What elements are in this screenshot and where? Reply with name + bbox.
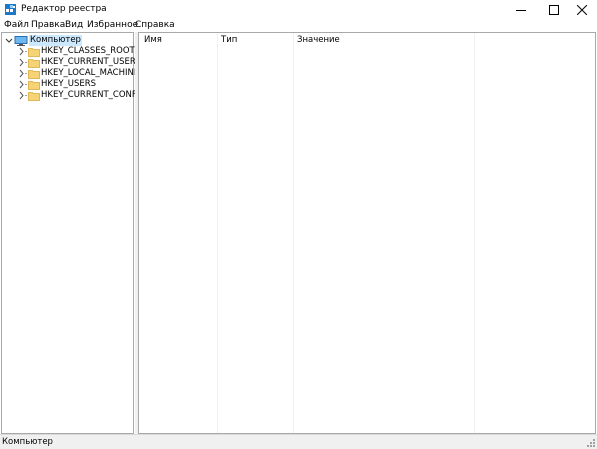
- tree-label: HKEY_CURRENT_CONFIG: [41, 90, 146, 100]
- tree-item-hkey-classes-root[interactable]: HKEY_CLASSES_ROOT: [2, 46, 135, 57]
- close-icon: [576, 4, 587, 15]
- folder-icon: [28, 59, 40, 68]
- key-tree[interactable]: Компьютер HKEY_CLASSES_ROOT HKEY_CURRENT…: [1, 32, 146, 434]
- column-divider[interactable]: [217, 33, 218, 433]
- column-divider[interactable]: [293, 33, 294, 433]
- column-header-label: Значение: [297, 35, 340, 45]
- tree-item-computer[interactable]: Компьютер: [2, 35, 133, 46]
- menu-help[interactable]: Справка: [135, 20, 175, 31]
- minimize-icon: [515, 9, 526, 11]
- registry-editor-icon: [5, 4, 16, 15]
- tree-label: HKEY_LOCAL_MACHINE: [41, 68, 140, 78]
- maximize-icon: [548, 4, 559, 15]
- column-header-name[interactable]: Имя: [139, 33, 217, 48]
- column-divider[interactable]: [474, 33, 475, 433]
- tree-item-hkey-current-user[interactable]: HKEY_CURRENT_USER: [2, 57, 136, 68]
- menu-file[interactable]: Файл: [4, 20, 29, 31]
- column-header-label: Тип: [221, 35, 238, 45]
- status-path: Компьютер: [2, 437, 53, 447]
- tree-item-hkey-users[interactable]: HKEY_USERS: [2, 79, 133, 90]
- folder-icon: [28, 81, 40, 90]
- title-bar[interactable]: Редактор реестра: [0, 0, 597, 19]
- column-header-type[interactable]: Тип: [218, 33, 293, 48]
- tree-item-hkey-current-config[interactable]: HKEY_CURRENT_CONFIG: [2, 90, 146, 101]
- window-title: Редактор реестра: [21, 4, 107, 14]
- tree-label: HKEY_CURRENT_USER: [41, 57, 136, 67]
- menu-favorites[interactable]: Избранное: [87, 20, 138, 31]
- folder-icon: [28, 70, 40, 79]
- menu-edit[interactable]: Правка: [31, 20, 65, 31]
- close-button[interactable]: [566, 0, 597, 19]
- resize-grip-icon[interactable]: [586, 438, 596, 448]
- folder-icon: [28, 48, 40, 57]
- chevron-down-icon[interactable]: [5, 36, 13, 45]
- tree-label: HKEY_CLASSES_ROOT: [41, 46, 135, 56]
- column-header-value[interactable]: Значение: [294, 33, 474, 48]
- maximize-button[interactable]: [538, 0, 569, 19]
- tree-item-hkey-local-machine[interactable]: HKEY_LOCAL_MACHINE: [2, 68, 139, 79]
- computer-icon: [14, 36, 28, 46]
- menu-bar: Файл Правка Вид Избранное Справка: [0, 19, 597, 32]
- column-header-label: Имя: [144, 35, 162, 45]
- status-bar: Компьютер: [0, 434, 597, 449]
- values-list[interactable]: Имя Тип Значение: [138, 32, 596, 434]
- folder-icon: [28, 92, 40, 101]
- tree-label: HKEY_USERS: [41, 79, 97, 89]
- tree-label-computer: Компьютер: [29, 35, 82, 46]
- menu-view[interactable]: Вид: [65, 20, 83, 31]
- minimize-button[interactable]: [505, 0, 536, 19]
